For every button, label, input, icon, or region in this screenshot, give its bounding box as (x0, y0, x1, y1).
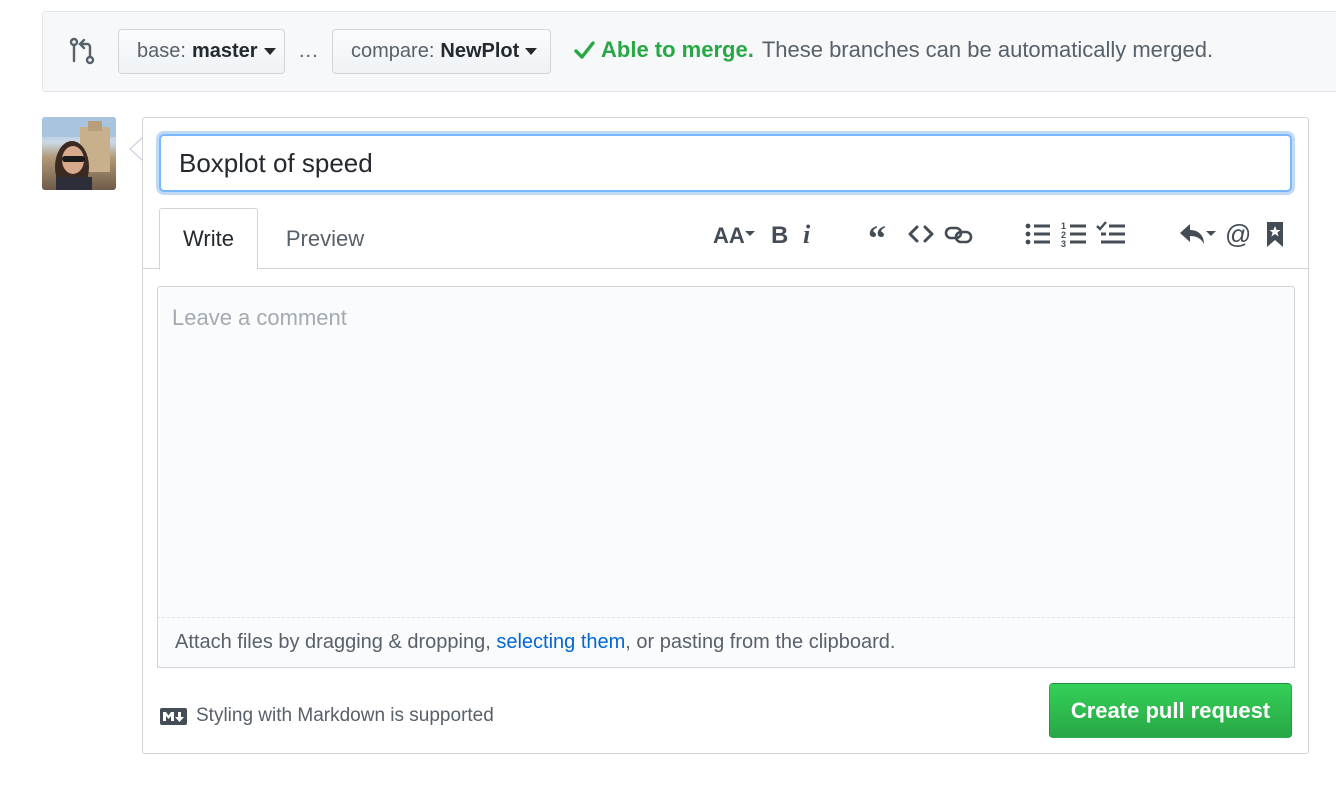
svg-text:@: @ (1225, 220, 1251, 248)
svg-text:3: 3 (1061, 239, 1066, 248)
select-files-link[interactable]: selecting them (496, 631, 625, 654)
svg-text:AA: AA (713, 223, 745, 248)
base-branch-select[interactable]: base: master (118, 29, 285, 74)
markdown-icon (160, 707, 187, 725)
pull-request-form: Write Preview AA B i “ 123 @ (142, 117, 1309, 754)
base-branch-value: master (191, 40, 258, 62)
link-icon[interactable] (944, 218, 974, 250)
italic-icon[interactable]: i (800, 218, 818, 250)
markdown-note[interactable]: Styling with Markdown is supported (160, 705, 494, 727)
compare-branch-select[interactable]: compare: NewPlot (332, 29, 551, 74)
attach-files-bar[interactable]: Attach files by dragging & dropping, sel… (157, 617, 1295, 668)
base-branch-label: base: (137, 40, 186, 62)
svg-text:“: “ (868, 220, 886, 248)
mention-icon[interactable]: @ (1225, 218, 1251, 250)
reply-icon[interactable] (1178, 218, 1218, 250)
header-icon[interactable]: AA (713, 218, 759, 250)
branch-separator: ... (299, 40, 319, 62)
bullet-list-icon[interactable] (1025, 218, 1051, 250)
compare-branch-label: compare: (351, 40, 435, 62)
merge-ok-text: Able to merge. (601, 37, 754, 62)
numbered-list-icon[interactable]: 123 (1061, 218, 1087, 250)
chevron-down-icon (525, 48, 538, 55)
avatar[interactable] (42, 117, 116, 190)
pr-title-input[interactable] (159, 134, 1292, 192)
comment-textarea[interactable] (157, 286, 1295, 668)
bookmark-icon[interactable] (1264, 218, 1286, 250)
attach-suffix: , or pasting from the clipboard. (625, 631, 896, 653)
chevron-down-icon (263, 48, 276, 55)
task-list-icon[interactable] (1096, 218, 1126, 250)
compare-arrows-icon (68, 37, 96, 65)
merge-status: Able to merge. These branches can be aut… (573, 37, 1213, 63)
tab-write[interactable]: Write (159, 208, 258, 270)
attach-prefix: Attach files by dragging & dropping, (175, 631, 491, 653)
merge-message: These branches can be automatically merg… (761, 37, 1214, 62)
compare-range-bar: base: master ... compare: NewPlot Able t… (42, 11, 1336, 92)
svg-text:B: B (771, 222, 788, 248)
check-icon (574, 41, 595, 59)
compare-branch-value: NewPlot (440, 40, 520, 62)
svg-text:i: i (803, 220, 811, 248)
create-pull-request-button[interactable]: Create pull request (1049, 683, 1292, 738)
code-icon[interactable] (907, 218, 935, 250)
markdown-note-text: Styling with Markdown is supported (196, 705, 494, 726)
bold-icon[interactable]: B (769, 218, 791, 250)
tab-preview[interactable]: Preview (271, 208, 379, 269)
quote-icon[interactable]: “ (868, 218, 894, 250)
